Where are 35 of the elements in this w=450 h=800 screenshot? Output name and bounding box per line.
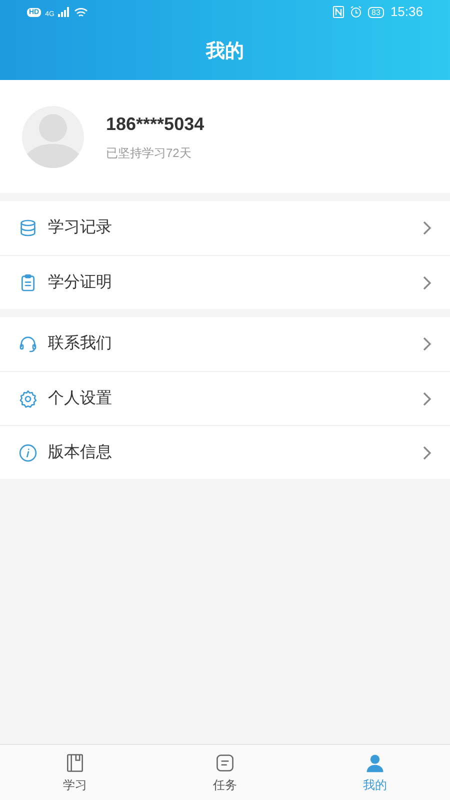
menu-item[interactable]: 学习记录	[0, 201, 450, 255]
menu-label: 学分证明	[48, 272, 113, 292]
study-streak: 已坚持学习72天	[106, 145, 192, 162]
menu-label: 版本信息	[48, 442, 113, 462]
alarm-icon	[350, 6, 362, 18]
menu-label: 个人设置	[48, 388, 113, 408]
nav-tab[interactable]: 任务	[150, 745, 300, 800]
status-time: 15:36	[390, 3, 423, 22]
nav-label: 学习	[63, 776, 87, 794]
nav-label: 我的	[363, 776, 387, 794]
chevron-right-icon	[422, 276, 432, 290]
headset-icon	[18, 334, 38, 354]
info-icon	[18, 442, 38, 462]
settings-icon	[18, 388, 38, 408]
chevron-right-icon	[422, 446, 432, 460]
notebook-icon	[64, 752, 86, 774]
list-icon	[214, 752, 236, 774]
chevron-right-icon	[422, 337, 432, 351]
chevron-right-icon	[422, 392, 432, 406]
menu-label: 学习记录	[48, 218, 113, 238]
nfc-icon	[332, 6, 344, 18]
menu-item[interactable]: 版本信息	[0, 425, 450, 479]
menu-item[interactable]: 个人设置	[0, 371, 450, 425]
battery-level: 83	[368, 6, 384, 18]
chevron-right-icon	[422, 221, 432, 235]
page-title: 我的	[206, 40, 244, 64]
menu-label: 联系我们	[48, 334, 113, 354]
database-icon	[18, 218, 38, 238]
menu-item[interactable]: 联系我们	[0, 317, 450, 371]
phone-number: 186****5034	[106, 113, 204, 136]
nav-label: 任务	[213, 776, 237, 794]
wifi-icon	[74, 6, 88, 18]
signal-icon	[58, 7, 70, 17]
menu-item[interactable]: 学分证明	[0, 255, 450, 309]
nav-tab[interactable]: 学习	[0, 745, 150, 800]
